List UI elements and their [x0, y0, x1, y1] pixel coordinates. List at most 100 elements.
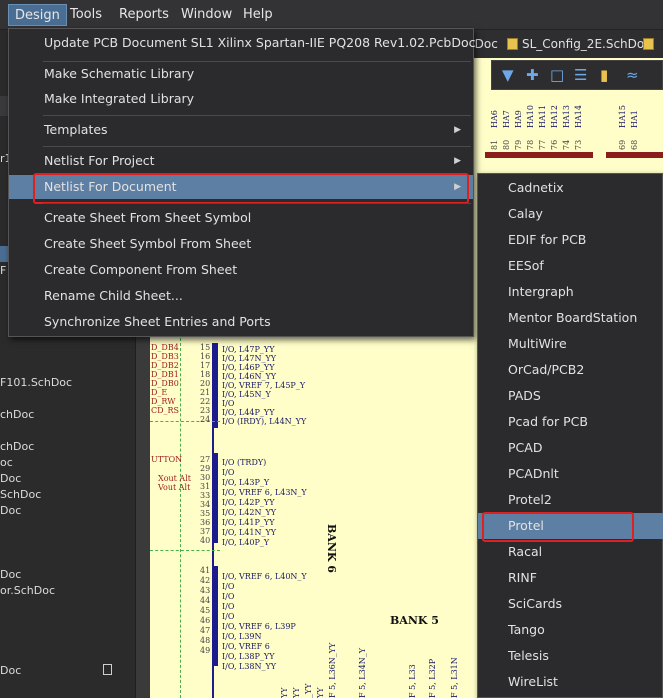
submenu-item-protel2[interactable]: Protel2	[478, 487, 663, 513]
bus-top-right	[606, 152, 663, 158]
top-pin-number: 73	[574, 139, 583, 150]
bank-label: BANK 5	[390, 614, 439, 627]
net-label: D_DB4	[151, 343, 179, 352]
tree-selection	[0, 246, 8, 262]
wire-icon[interactable]: ≈	[626, 66, 639, 84]
menu-design[interactable]: Design	[8, 4, 67, 26]
document-icon[interactable]	[103, 664, 112, 675]
select-area-icon[interactable]: □	[550, 66, 564, 84]
menu-window[interactable]: Window	[175, 4, 238, 26]
tree-item[interactable]: oc	[0, 456, 13, 469]
menu-item-make-schematic-library[interactable]: Make Schematic Library	[9, 62, 473, 86]
pin-number: 20	[200, 379, 211, 388]
net-label: D_DB3	[151, 352, 179, 361]
top-pin-number: 78	[526, 139, 535, 150]
pin-bank-bar	[214, 566, 218, 666]
menu-item-templates[interactable]: Templates ▶	[9, 118, 473, 142]
pin-number: 43	[200, 586, 211, 595]
menu-item-netlist-for-project[interactable]: Netlist For Project ▶	[9, 149, 473, 173]
tab-sl-config[interactable]: SL_Config_2E.SchDoc	[507, 34, 651, 54]
submenu-item-cadnetix[interactable]: Cadnetix	[478, 175, 663, 201]
submenu-item-wirelist[interactable]: WireList	[478, 669, 663, 695]
tree-item[interactable]: chDoc	[0, 408, 34, 421]
pin-label: I/O, VREF 6, L39P	[222, 622, 296, 631]
pin-number: 16	[200, 352, 211, 361]
menu-item-create-symbol-from-sheet[interactable]: Create Sheet Symbol From Sheet	[9, 232, 473, 256]
submenu-item-racal[interactable]: Racal	[478, 539, 663, 565]
menu-item-make-integrated-library[interactable]: Make Integrated Library	[9, 87, 473, 111]
grid-guide	[180, 338, 181, 698]
submenu-item-calay[interactable]: Calay	[478, 201, 663, 227]
submenu-item-orcad-pcb2[interactable]: OrCad/PCB2	[478, 357, 663, 383]
tree-item[interactable]: Doc	[0, 568, 21, 581]
top-pin-label: HA14	[574, 105, 583, 128]
net-label: Vout Alt	[158, 483, 191, 492]
menu-item-update-pcb[interactable]: Update PCB Document SL1 Xilinx Spartan-I…	[9, 31, 476, 55]
schdoc-icon	[643, 38, 654, 50]
pin-number: 46	[200, 616, 211, 625]
submenu-item-scicards[interactable]: SciCards	[478, 591, 663, 617]
submenu-item-rinf[interactable]: RINF	[478, 565, 663, 591]
pin-bank-bar	[214, 343, 218, 428]
place-part-icon[interactable]: ▮	[600, 66, 608, 84]
pin-label: I/O, L41N_YY	[222, 528, 277, 537]
tree-item[interactable]: Doc	[0, 472, 21, 485]
menu-item-create-sheet-from-symbol[interactable]: Create Sheet From Sheet Symbol	[9, 206, 473, 230]
menu-item-create-component-from-sheet[interactable]: Create Component From Sheet	[9, 258, 473, 282]
pin-label: I/O, L42N_YY	[222, 508, 277, 517]
pin-label: I/O, L39N	[222, 632, 262, 641]
menu-item-synchronize-sheet-entries[interactable]: Synchronize Sheet Entries and Ports	[9, 310, 473, 334]
tree-item[interactable]: Doc	[0, 504, 21, 517]
document-tabs: nDoc SL_Config_2E.SchDoc	[467, 30, 663, 58]
menu-item-rename-child-sheet[interactable]: Rename Child Sheet...	[9, 284, 473, 308]
pin-number: 37	[200, 527, 211, 536]
pin-number: 42	[200, 576, 211, 585]
pin-label: I/O, L46P_YY	[222, 363, 275, 372]
submenu-item-edif-for-pcb[interactable]: EDIF for PCB	[478, 227, 663, 253]
submenu-item-telesis[interactable]: Telesis	[478, 643, 663, 669]
tree-item[interactable]: SchDoc	[0, 488, 41, 501]
bottom-pin-label: YY	[280, 687, 289, 698]
tree-item[interactable]: F101.SchDoc	[0, 376, 72, 389]
pin-label: I/O	[222, 592, 235, 601]
submenu-item-pcad-for-pcb[interactable]: Pcad for PCB	[478, 409, 663, 435]
menu-tools[interactable]: Tools	[64, 4, 108, 26]
tab-label: SL_Config_2E.SchDoc	[522, 37, 651, 51]
tree-item[interactable]: chDoc	[0, 440, 34, 453]
add-icon[interactable]: ✚	[526, 66, 539, 84]
menu-separator	[43, 115, 471, 116]
submenu-item-multiwire[interactable]: MultiWire	[478, 331, 663, 357]
pin-number: 33	[200, 491, 211, 500]
pin-number: 22	[200, 397, 211, 406]
tree-item[interactable]: or.SchDoc	[0, 584, 55, 597]
top-pin-label: HA9	[514, 110, 523, 128]
net-label: UTTON	[151, 455, 183, 464]
submenu-item-pcadnlt[interactable]: PCADnlt	[478, 461, 663, 487]
tab-next[interactable]	[643, 34, 658, 54]
top-pin-number: 80	[502, 139, 511, 150]
pin-label: I/O (IRDY), L44N_YY	[222, 417, 307, 426]
submenu-item-eesof[interactable]: EESof	[478, 253, 663, 279]
pin-label: I/O, L38N_YY	[222, 662, 277, 671]
submenu-item-pcad[interactable]: PCAD	[478, 435, 663, 461]
submenu-item-intergraph[interactable]: Intergraph	[478, 279, 663, 305]
pin-number: 31	[200, 482, 211, 491]
menu-reports[interactable]: Reports	[113, 4, 175, 26]
net-label: Xout Alt	[158, 474, 191, 483]
submenu-item-pads[interactable]: PADS	[478, 383, 663, 409]
submenu-item-tango[interactable]: Tango	[478, 617, 663, 643]
pin-number: 34	[200, 500, 211, 509]
submenu-item-mentor-boardstation[interactable]: Mentor BoardStation	[478, 305, 663, 331]
submenu-arrow-icon: ▶	[454, 156, 461, 166]
pin-label: I/O, VREF 7, L45P_Y	[222, 381, 306, 390]
tree-item[interactable]: Doc	[0, 664, 21, 677]
bottom-pin-label: F 5, L34N_Y	[358, 647, 367, 698]
top-pin-number: 74	[562, 139, 571, 150]
top-pin-label: HA10	[526, 105, 535, 128]
align-icon[interactable]: ☰	[574, 66, 587, 84]
menu-help[interactable]: Help	[237, 4, 279, 26]
pin-number: 49	[200, 646, 211, 655]
pin-label: I/O, L40P_Y	[222, 538, 270, 547]
filter-icon[interactable]: ▼	[502, 66, 514, 84]
pin-number: 23	[200, 406, 211, 415]
